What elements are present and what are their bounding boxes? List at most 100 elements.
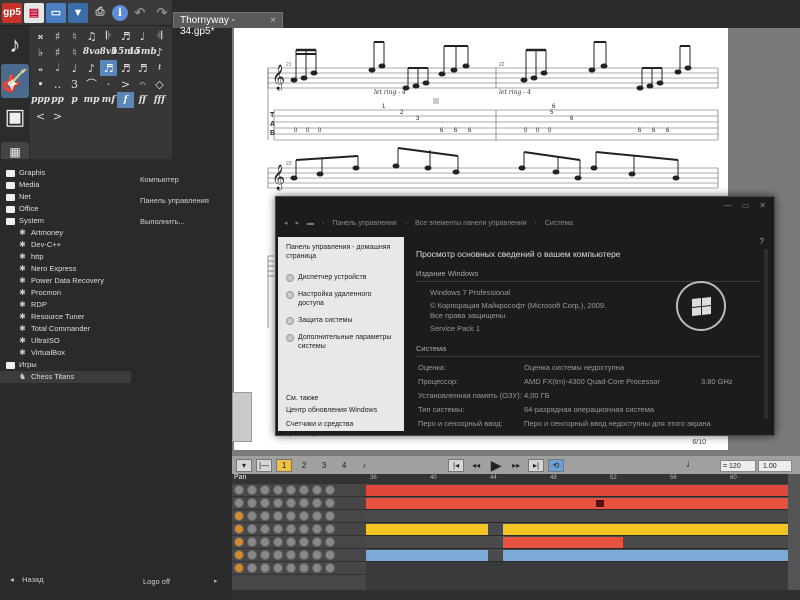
computer-link[interactable]: Компьютер [140,175,209,196]
repeat-open-icon[interactable]: 𝄆 [100,28,117,44]
new-file-icon[interactable]: ▤ [24,2,44,23]
breadcrumb-control-panel[interactable]: Панель управления [332,220,396,227]
thirtysecond-note-icon[interactable]: ♬ [117,60,134,76]
list-item-system[interactable]: System [0,215,131,227]
track-lane[interactable] [366,497,800,510]
go-end-icon[interactable]: ▸| [528,458,545,472]
help-icon[interactable]: ? [760,237,764,246]
breadcrumb-system[interactable]: Система [545,220,573,227]
vertical-scrollbar[interactable] [788,474,800,590]
dynamic-mp[interactable]: mp [83,92,100,108]
back-button[interactable]: ◂ Назад [10,575,44,584]
rest-icon[interactable]: 𝄽 [151,60,168,76]
close-tab-icon[interactable]: × [270,15,276,26]
guitar-category-icon[interactable]: 🎸 [1,64,29,98]
list-item-chess-titans[interactable]: ♞ Chess Titans [0,371,131,383]
list-item-devcpp[interactable]: ✱ Dev-C++ [0,239,131,251]
dynamic-ff[interactable]: ff [134,92,151,108]
decrescendo-icon[interactable]: > [49,108,66,124]
track-header-row[interactable] [232,549,366,562]
ottava-extra-icon[interactable]: ♪ [151,44,168,60]
amp-category-icon[interactable]: ▣ [1,100,29,134]
view-dropdown[interactable]: ▾ [236,458,252,472]
sixteenth-note-icon[interactable]: ♬ [100,60,117,76]
sidebar-link-protection[interactable]: Защита системы [286,316,396,325]
list-item-rdp[interactable]: ✱ RDP [0,299,131,311]
measure-block[interactable] [366,498,788,509]
print-icon[interactable]: ⎙ [90,3,110,23]
track-timeline[interactable]: 36 40 44 48 52 56 60 [366,474,800,590]
track-lane[interactable] [366,549,800,562]
sharp-symbol-icon[interactable]: ♯ [49,28,66,44]
tie-note-icon[interactable]: ⌒ [83,76,100,92]
run-link[interactable]: Выполнить... [140,217,209,238]
crescendo-icon[interactable]: < [32,108,49,124]
repeat-close-icon[interactable]: 𝄇 [151,28,168,44]
control-panel-home-link[interactable]: Панель управления - домашняя страница [286,243,396,261]
list-item-net[interactable]: Net [0,191,131,203]
address-bar[interactable]: ◂ ▸ ▬ › Панель управления › Все элементы… [278,213,772,233]
track-header-row[interactable] [232,484,366,497]
list-item-procmon[interactable]: ✱ Procmon [0,287,131,299]
whole-note-icon[interactable]: 𝅝 [32,60,49,76]
natural-icon[interactable]: ♮ [66,44,83,60]
list-item-media[interactable]: Media [0,179,131,191]
quarter-note-icon[interactable]: ♩ [66,60,83,76]
measure-block[interactable] [503,537,623,548]
dotted-note-icon[interactable]: • [32,76,49,92]
double-dot-icon[interactable]: ‥ [49,76,66,92]
measure-block[interactable] [366,485,788,496]
track-lane[interactable] [366,484,800,497]
voice-3-button[interactable]: 3 [316,459,332,472]
side-panel-handle[interactable] [232,392,252,442]
list-item-resource-tuner[interactable]: ✱ Resource Tuner [0,311,131,323]
list-item-total-commander[interactable]: ✱ Total Commander [0,323,131,335]
sidebar-link-device-manager[interactable]: Диспетчер устройств [286,273,396,282]
play-icon[interactable]: ▶ [488,457,504,473]
voice-2-button[interactable]: 2 [296,459,312,472]
maximize-icon[interactable]: ▭ [742,201,750,210]
voice-4-button[interactable]: 4 [336,459,352,472]
list-item-nero[interactable]: ✱ Nero Express [0,263,131,275]
info-icon[interactable]: i [112,4,128,21]
redo-icon[interactable]: ↷ [152,3,172,23]
logoff-arrow-icon[interactable]: ▸ [214,577,218,585]
logoff-button[interactable]: Logo off [143,577,170,586]
dynamic-mf[interactable]: mf [100,92,117,108]
sidebar-link-remote[interactable]: Настройка удаленного доступа [286,290,396,308]
control-panel-link[interactable]: Панель управления [140,196,209,217]
fast-forward-icon[interactable]: ▸▸ [508,459,524,472]
go-start-icon[interactable]: |◂ [448,458,465,472]
fermata-icon[interactable]: 𝄐 [134,76,151,92]
sharp-icon[interactable]: ♯ [49,44,66,60]
list-item-office[interactable]: Office [0,203,131,215]
document-tab[interactable]: Thornyway - 34.gp5* × [173,12,283,37]
track-header-row[interactable] [232,523,366,536]
double-note-icon[interactable]: ♫ [83,28,100,44]
list-item-ultraiso[interactable]: ✱ UltraISO [0,335,131,347]
note-category-icon[interactable]: ♪ [1,28,29,62]
performance-link[interactable]: Счетчики и средства производительности [286,420,396,438]
harmonic-icon[interactable]: ◇ [151,76,168,92]
voice-mode-icon[interactable]: |— [256,458,273,472]
staccato-icon[interactable]: · [100,76,117,92]
tuplet-icon[interactable]: ♬ [117,28,134,44]
tempo-field[interactable]: = 120 [720,460,756,472]
ottava-alta-button[interactable]: 8va [83,44,100,60]
list-item-graphis[interactable]: Graphis [0,167,131,179]
sixtyfourth-note-icon[interactable]: ♬ [134,60,151,76]
track-header-row[interactable] [232,562,366,575]
track-header-row[interactable] [232,510,366,523]
flat-symbol-icon[interactable]: 𝄪 [32,28,49,44]
measure-block[interactable] [503,524,788,535]
track-lane[interactable] [366,523,800,536]
scrollbar[interactable] [764,249,768,419]
dynamic-p[interactable]: p [66,92,83,108]
nav-back-icon[interactable]: ◂ [284,219,288,227]
voice-1-button[interactable]: 1 [276,458,293,472]
flat-icon[interactable]: ♭ [32,44,49,60]
windows-update-link[interactable]: Центр обновления Windows [286,406,396,415]
accent-icon[interactable]: > [117,76,134,92]
triplet-icon[interactable]: 3 [66,76,83,92]
rewind-icon[interactable]: ◂◂ [468,459,484,472]
